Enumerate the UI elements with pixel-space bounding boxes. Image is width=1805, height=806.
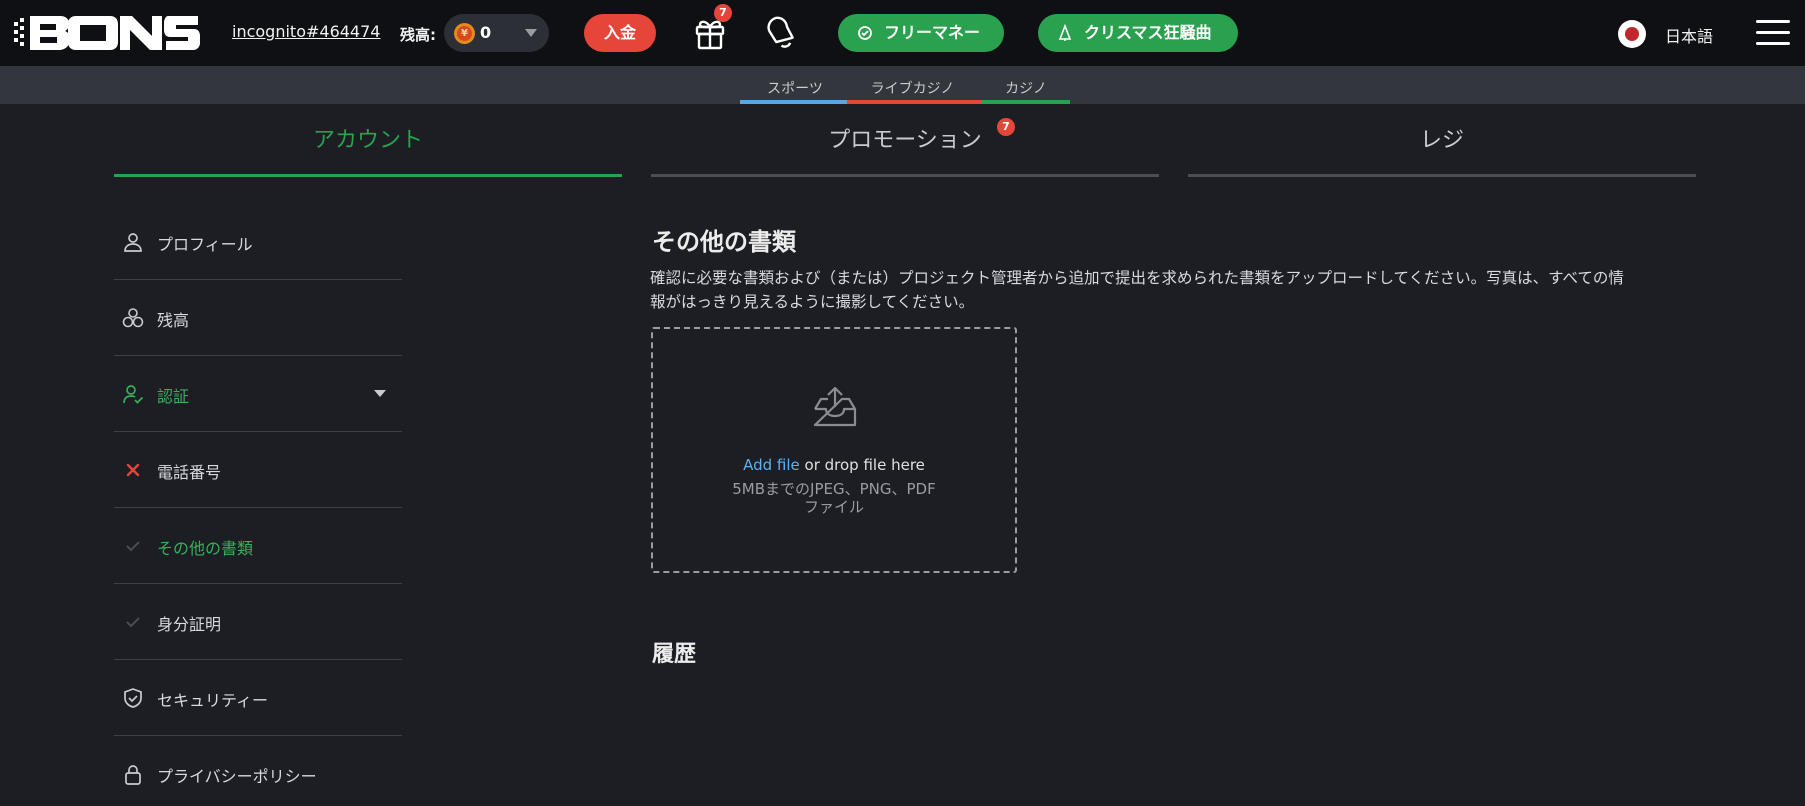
sidebar-item-security[interactable]: セキュリティー <box>114 660 402 736</box>
description-line: 報がはっきり見えるように撮影してください。 <box>650 293 975 311</box>
flag-dot <box>1625 27 1639 41</box>
username-link[interactable]: incognito#464474 <box>232 22 380 41</box>
user-icon <box>124 233 142 252</box>
lock-icon <box>125 765 141 785</box>
gift-badge: 7 <box>714 4 732 22</box>
menu-bar <box>1756 20 1790 23</box>
check-icon <box>126 617 140 628</box>
free-money-icon <box>858 26 872 40</box>
sidebar-item-label: 身分証明 <box>157 615 222 634</box>
notifications-button[interactable] <box>764 14 798 50</box>
history-title: 履歴 <box>652 642 697 667</box>
add-file-link[interactable]: Add file <box>743 456 800 474</box>
user-check-icon <box>123 385 144 404</box>
menu-bar <box>1756 31 1790 34</box>
tab-account-underline <box>114 174 622 177</box>
page-title: その他の書類 <box>652 228 796 256</box>
promotions-badge: 7 <box>997 118 1015 136</box>
sidebar-item-balance[interactable]: 残高 <box>114 280 402 356</box>
free-money-button[interactable]: フリーマネー <box>838 14 1004 52</box>
deposit-button[interactable]: 入金 <box>584 14 656 52</box>
product-nav: スポーツ ライブカジノ カジノ <box>0 66 1805 104</box>
christmas-tree-icon <box>1058 24 1072 41</box>
balance-value: 0 <box>480 23 492 42</box>
check-icon <box>126 541 140 552</box>
description-line: 確認に必要な書類および（または）プロジェクト管理者から追加で提出を求められた書類… <box>650 269 1624 287</box>
menu-icon[interactable] <box>1756 20 1790 46</box>
bell-icon <box>767 16 794 48</box>
tab-promotions[interactable]: プロモーション <box>651 122 1159 154</box>
free-money-label: フリーマネー <box>884 23 981 42</box>
japan-flag-icon[interactable] <box>1618 20 1646 48</box>
cross-icon <box>126 463 140 477</box>
file-limits: 5MBまでのJPEG、PNG、PDF <box>732 480 936 498</box>
gift-button[interactable]: 7 <box>692 4 732 52</box>
balance-dropdown[interactable]: ¥ 0 <box>444 14 549 52</box>
product-casino[interactable]: カジノ <box>982 78 1070 98</box>
bons-logo[interactable] <box>12 12 200 54</box>
sidebar-item-label: 電話番号 <box>157 463 222 482</box>
dropzone-instructions: Add file or drop file here <box>653 456 1015 474</box>
christmas-promo-label: クリスマス狂騒曲 <box>1084 23 1212 42</box>
sidebar-item-label: プロフィール <box>157 235 253 254</box>
christmas-promo-button[interactable]: クリスマス狂騒曲 <box>1038 14 1238 52</box>
sidebar-item-label: その他の書類 <box>157 539 254 558</box>
tab-promotions-underline <box>651 174 1159 177</box>
file-limits-cont: ファイル <box>803 498 864 516</box>
product-live-casino[interactable]: ライブカジノ <box>845 78 980 98</box>
drop-hint: or drop file here <box>799 456 925 474</box>
product-sports[interactable]: スポーツ <box>740 78 850 98</box>
balance-label: 残高: <box>400 26 436 44</box>
shield-icon <box>124 688 142 708</box>
tab-cashier[interactable]: レジ <box>1188 122 1696 154</box>
sidebar-item-label: セキュリティー <box>157 691 269 710</box>
file-dropzone[interactable]: Add file or drop file here 5MBまでのJPEG、PN… <box>651 327 1017 573</box>
section-description: 確認に必要な書類および（または）プロジェクト管理者から追加で提出を求められた書類… <box>650 266 1700 314</box>
product-live-casino-underline <box>847 100 982 104</box>
sidebar-item-label: 残高 <box>157 311 190 330</box>
sidebar-item-profile[interactable]: プロフィール <box>114 204 402 280</box>
sidebar-item-label: 認証 <box>157 387 190 406</box>
sidebar-item-label: プライバシーポリシー <box>157 767 317 786</box>
currency-symbol: ¥ <box>457 26 472 41</box>
tab-cashier-underline <box>1188 174 1696 177</box>
yen-coin-icon: ¥ <box>454 23 475 44</box>
sidebar-item-phone[interactable]: 電話番号 <box>114 432 402 508</box>
chevron-down-icon <box>525 29 537 37</box>
product-sports-underline <box>740 100 847 104</box>
sidebar-item-identity[interactable]: 身分証明 <box>114 584 402 660</box>
sidebar-item-other-documents[interactable]: その他の書類 <box>114 508 402 584</box>
tab-account[interactable]: アカウント <box>114 122 622 154</box>
sidebar-item-privacy[interactable]: プライバシーポリシー <box>114 736 402 806</box>
upload-tray-icon <box>813 386 857 427</box>
caret-down-icon <box>374 390 386 397</box>
menu-bar <box>1756 42 1790 45</box>
coins-icon <box>122 308 144 328</box>
language-selector[interactable]: 日本語 <box>1665 23 1713 47</box>
dropzone-limits: 5MBまでのJPEG、PNG、PDF ファイル <box>713 480 955 516</box>
top-header: incognito#464474 残高: ¥ 0 入金 7 フリーマネー クリス… <box>0 0 1805 66</box>
product-casino-underline <box>982 100 1070 104</box>
sidebar-item-verification[interactable]: 認証 <box>114 356 402 432</box>
